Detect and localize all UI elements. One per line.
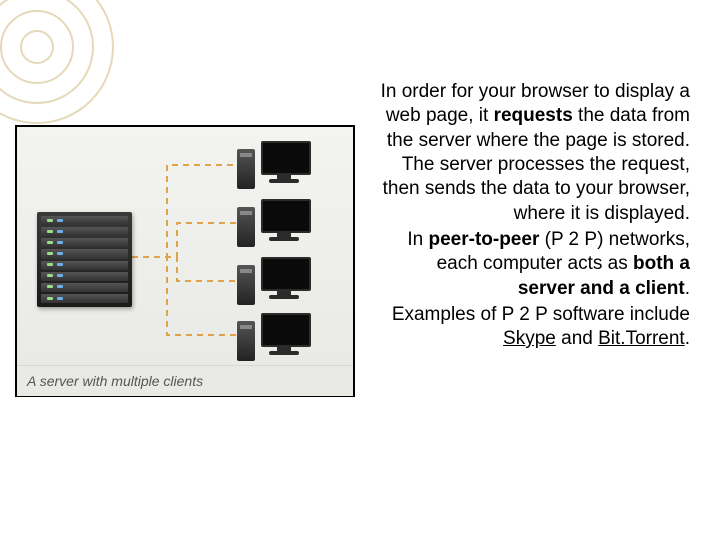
diagram-area	[17, 127, 353, 365]
paragraph-2: In peer-to-peer (P 2 P) networks, each c…	[380, 228, 690, 301]
text-run: In	[407, 229, 428, 250]
link-bittorrent[interactable]: Bit.Torrent	[598, 328, 685, 349]
text-run: .	[685, 278, 690, 299]
paragraph-3: Examples of P 2 P software include Skype…	[380, 303, 690, 352]
bold-peer-to-peer: peer-to-peer	[428, 229, 539, 250]
client-computer-icon	[237, 257, 313, 305]
server-rack-icon	[37, 212, 132, 307]
server-clients-figure: A server with multiple clients	[15, 125, 355, 397]
paragraph-1: In order for your browser to display a w…	[380, 80, 690, 226]
bold-requests: requests	[494, 105, 573, 126]
text-run: .	[685, 328, 690, 349]
decorative-swirl	[0, 0, 120, 130]
client-computer-icon	[237, 141, 313, 189]
slide: A server with multiple clients In order …	[0, 0, 720, 540]
figure-caption: A server with multiple clients	[17, 365, 353, 396]
body-text: In order for your browser to display a w…	[380, 80, 690, 353]
link-skype[interactable]: Skype	[503, 328, 556, 349]
client-computer-icon	[237, 313, 313, 361]
text-run: Examples of P 2 P software include	[392, 304, 690, 325]
text-run: and	[556, 328, 598, 349]
client-computer-icon	[237, 199, 313, 247]
